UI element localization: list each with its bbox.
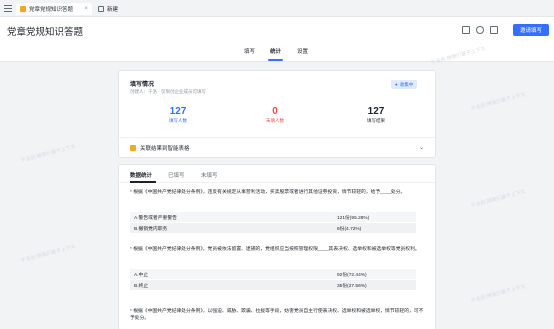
tab-fill[interactable]: 填写 xyxy=(244,47,255,55)
detail-card: 数据统计 已填写 未填写 * 根据《中国共产党纪律处分条例》，违反有关规定从事营… xyxy=(118,164,436,329)
question-3: * 根据《中国共产党纪律处分条例》，以强迫、威胁、欺骗、拉拢等手段，妨害党员自主… xyxy=(130,309,424,321)
detail-tab-indicator xyxy=(130,181,156,183)
stat-unfilled-label: 未填人数 xyxy=(266,118,284,123)
tab-filled[interactable]: 已填写 xyxy=(168,171,185,179)
link-smart-table-row[interactable]: 关联结果到智能表格 ⌄ xyxy=(119,137,435,157)
menu-icon[interactable] xyxy=(4,5,12,12)
stat-filled[interactable]: 127 填写人数 xyxy=(138,106,218,124)
status-dot-icon: ● xyxy=(395,82,398,87)
tab-data-stats[interactable]: 数据统计 xyxy=(130,171,152,179)
watermark: 于洛创 随我们基于上下文 xyxy=(20,143,77,165)
form-icon xyxy=(20,6,26,12)
stat-filled-value: 127 xyxy=(169,106,187,117)
view-tabs: 填写 统计 设置 xyxy=(0,45,554,62)
stat-filled-label: 填写人数 xyxy=(169,118,187,123)
link-smart-table-label: 关联结果到智能表格 xyxy=(140,145,190,152)
stat-unfilled[interactable]: 0 未填人数 xyxy=(235,106,315,124)
option-label: A.警告或者严重警告 xyxy=(134,215,177,221)
stat-results-value: 127 xyxy=(367,106,385,117)
stat-unfilled-value: 0 xyxy=(272,106,278,117)
option-label: A.中止 xyxy=(134,272,149,278)
header-actions xyxy=(462,26,498,34)
header: 党章党规知识答题 邀请填写 填写 统计 设置 xyxy=(0,17,554,62)
option-count: 92份(72.44%) xyxy=(337,272,367,278)
tab-new-label: 新建 xyxy=(107,7,119,13)
summary-meta: 创建人：于洛 · 仅限创企业成员可填写 xyxy=(130,89,206,94)
option-count: 6份(4.72%) xyxy=(337,226,362,232)
status-label: 收集中 xyxy=(399,81,414,87)
close-icon[interactable]: × xyxy=(84,6,88,12)
option-row: B.终止 35份(27.56%) xyxy=(130,280,416,290)
stat-results[interactable]: 127 填写结果 xyxy=(336,106,416,124)
option-count: 35份(27.56%) xyxy=(337,283,367,289)
chevron-down-icon[interactable]: ⌄ xyxy=(419,144,424,151)
option-count: 121份(95.28%) xyxy=(337,215,370,221)
invite-fill-button[interactable]: 邀请填写 xyxy=(513,24,549,36)
option-row: A.中止 92份(72.44%) xyxy=(130,269,416,279)
option-row: A.警告或者严重警告 121份(95.28%) xyxy=(130,212,416,222)
watermark: 于洛创 随我们基于上下文 xyxy=(470,91,527,113)
table-icon xyxy=(130,144,136,151)
more-icon[interactable] xyxy=(490,26,498,34)
status-badge: ● 收集中 xyxy=(391,80,418,89)
watermark: 于洛创 随我们基于上下文 xyxy=(20,243,77,265)
stat-results-label: 填写结果 xyxy=(367,118,385,123)
summary-card: 填写情况 创建人：于洛 · 仅限创企业成员可填写 ● 收集中 127 填写人数 … xyxy=(118,70,436,158)
tab-strip: 党章党规知识答题 × 新建 xyxy=(0,0,554,17)
main-content: 填写情况 创建人：于洛 · 仅限创企业成员可填写 ● 收集中 127 填写人数 … xyxy=(118,70,436,329)
tab-quiz-label: 党章党规知识答题 xyxy=(29,7,74,13)
option-label: B.终止 xyxy=(134,283,149,289)
tab-unfilled[interactable]: 未填写 xyxy=(201,171,218,179)
tab-new[interactable]: 新建 xyxy=(95,3,125,15)
watermark: 于洛创 随我们基于上下文 xyxy=(470,188,527,210)
active-tab-indicator xyxy=(268,59,283,61)
detail-tabs: 数据统计 已填写 未填写 xyxy=(119,165,435,183)
watermark: 于洛创 随我们基于上下文 xyxy=(470,283,527,305)
tab-stats[interactable]: 统计 xyxy=(270,47,281,55)
comment-icon[interactable] xyxy=(476,26,484,34)
tab-quiz[interactable]: 党章党规知识答题 × xyxy=(16,3,92,15)
page-title: 党章党规知识答题 xyxy=(7,27,84,38)
option-row: B.撤销党内职务 6份(4.72%) xyxy=(130,223,416,233)
summary-title: 填写情况 xyxy=(130,82,155,88)
question-1: * 根据《中国共产党纪律处分条例》，违反有关规定从事营利活动，买卖股票或者进行其… xyxy=(130,190,406,195)
share-icon[interactable] xyxy=(462,26,470,34)
question-2: * 根据《中国共产党纪律处分条例》，党员被依法留置、逮捕的，党组织应当按照管理权… xyxy=(130,247,420,252)
option-label: B.撤销党内职务 xyxy=(134,226,168,232)
tab-settings[interactable]: 设置 xyxy=(297,47,308,55)
new-tab-icon xyxy=(98,6,104,12)
